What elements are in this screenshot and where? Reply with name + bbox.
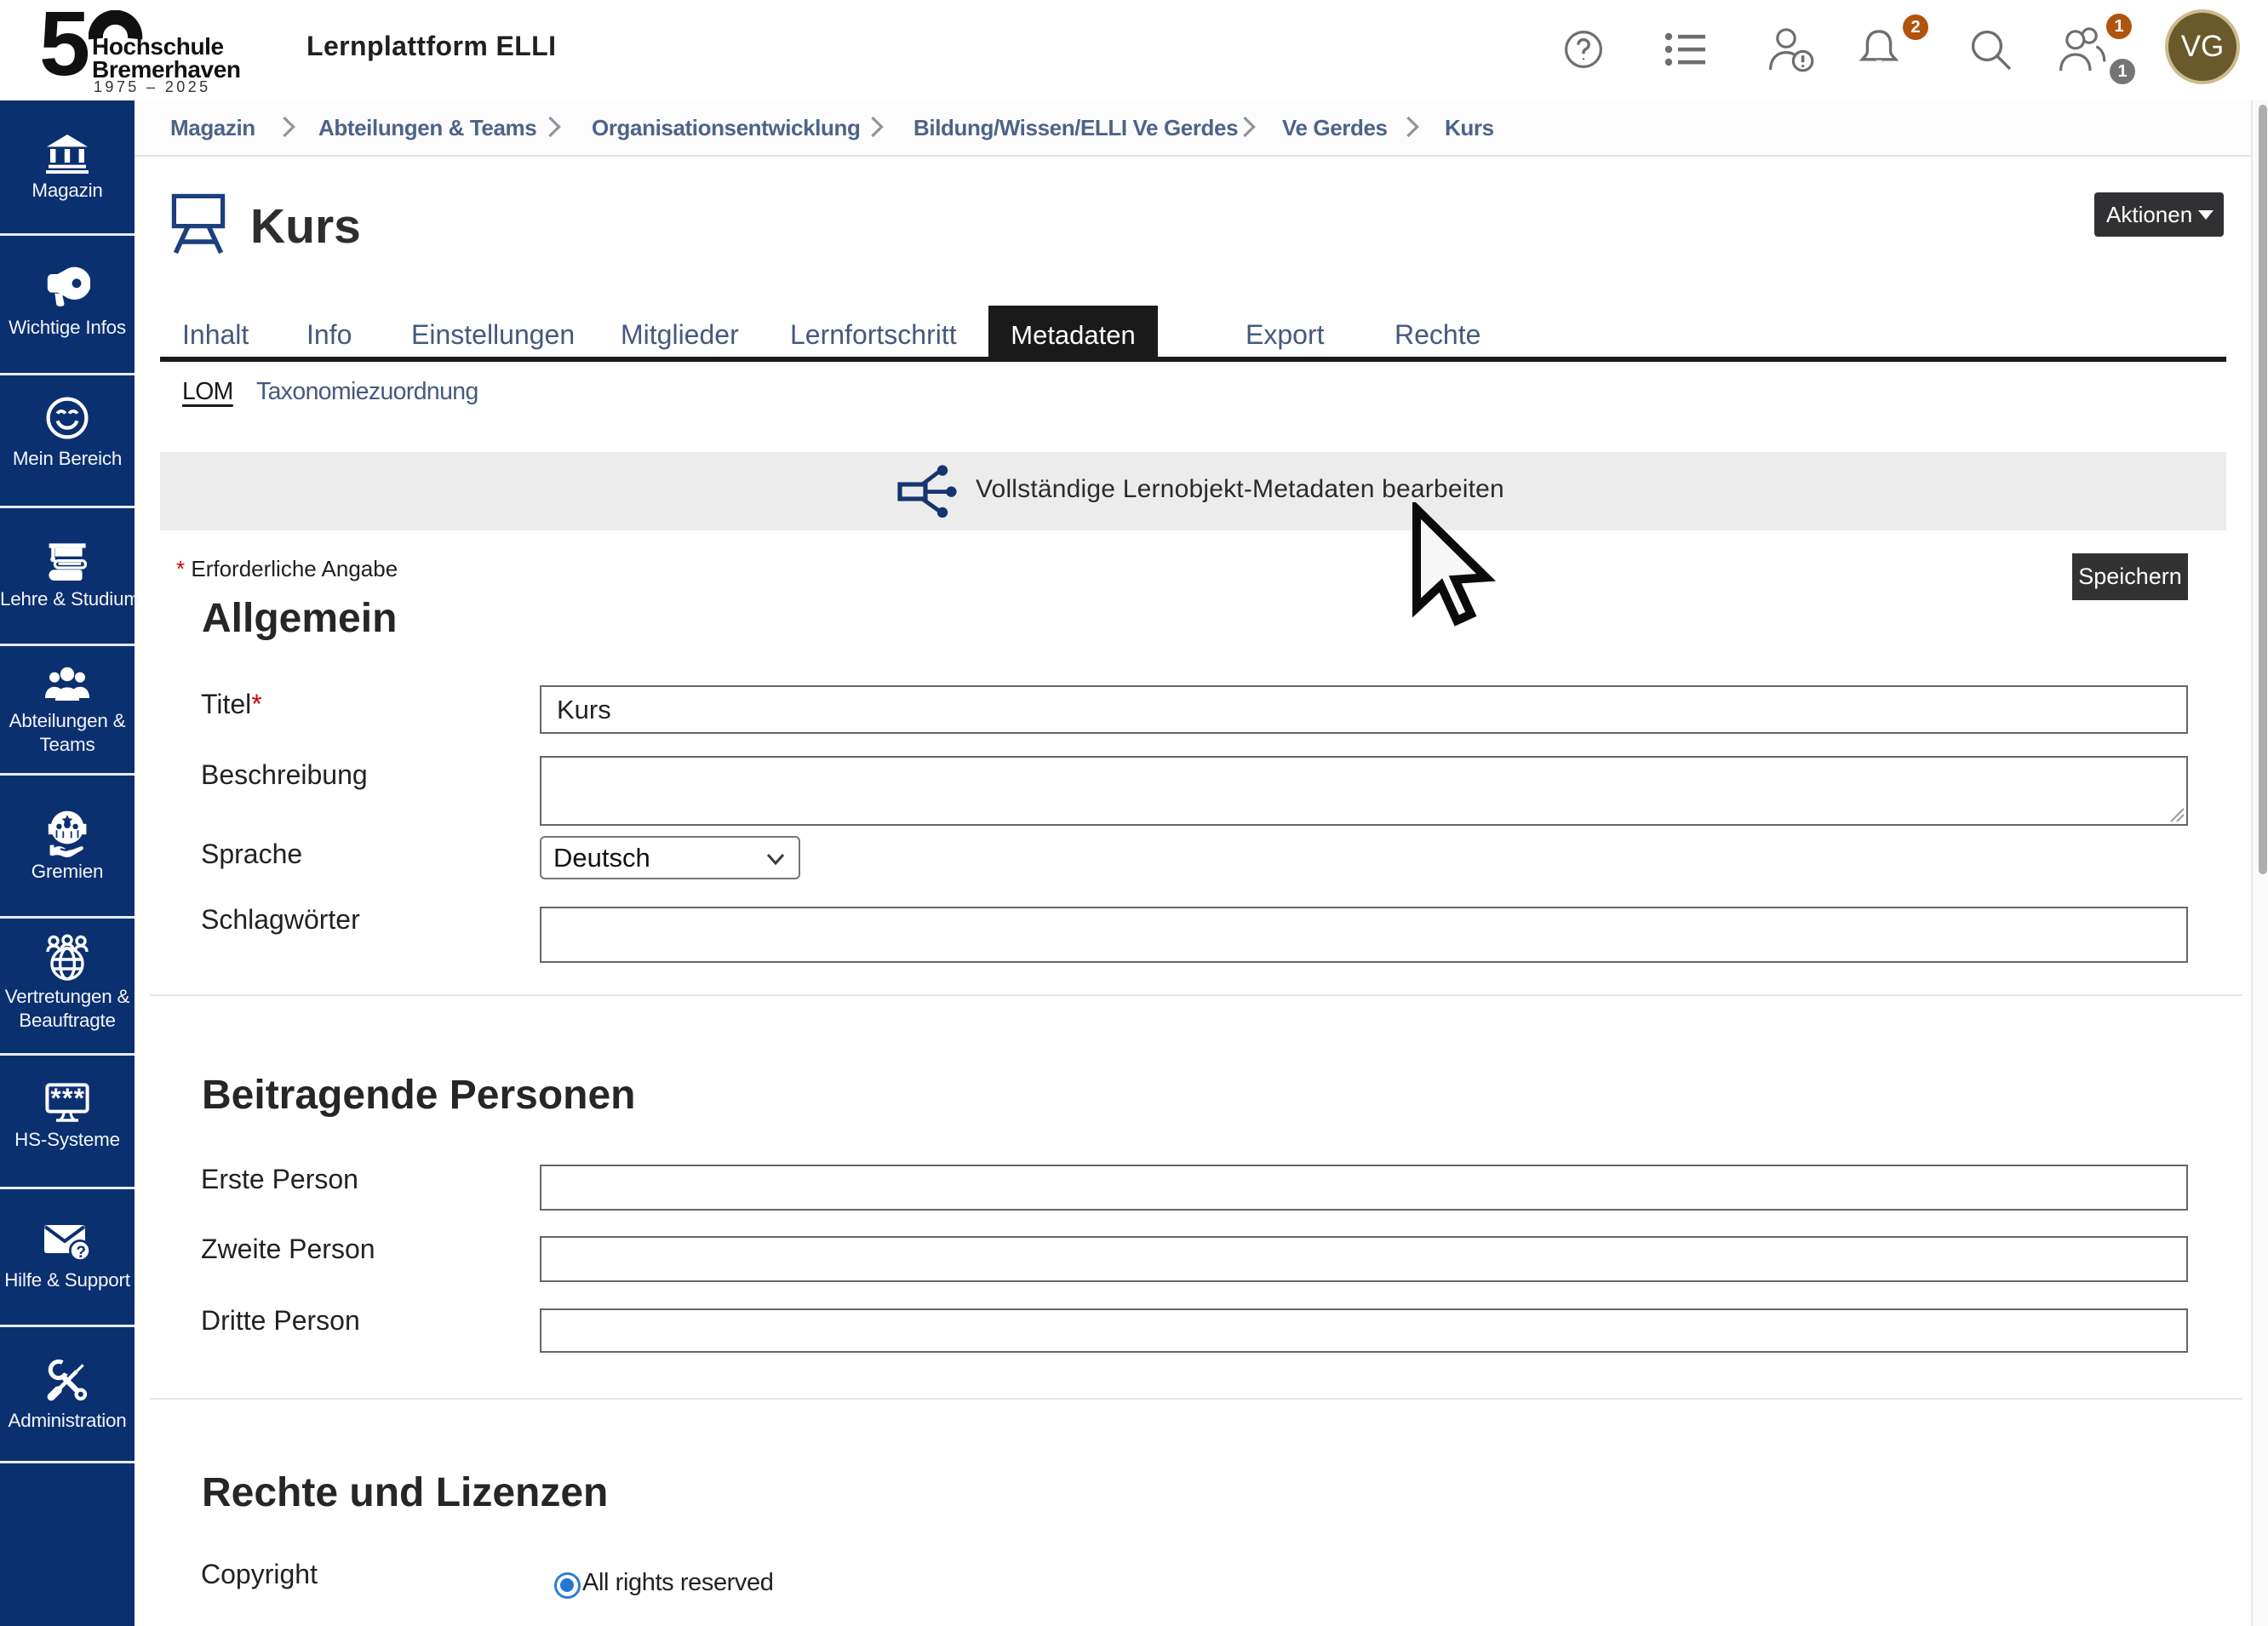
svg-text:?: ? bbox=[76, 1244, 86, 1262]
svg-text:*: * bbox=[62, 1083, 73, 1114]
svg-text:*: * bbox=[74, 1083, 85, 1114]
svg-text:*: * bbox=[50, 1083, 61, 1114]
